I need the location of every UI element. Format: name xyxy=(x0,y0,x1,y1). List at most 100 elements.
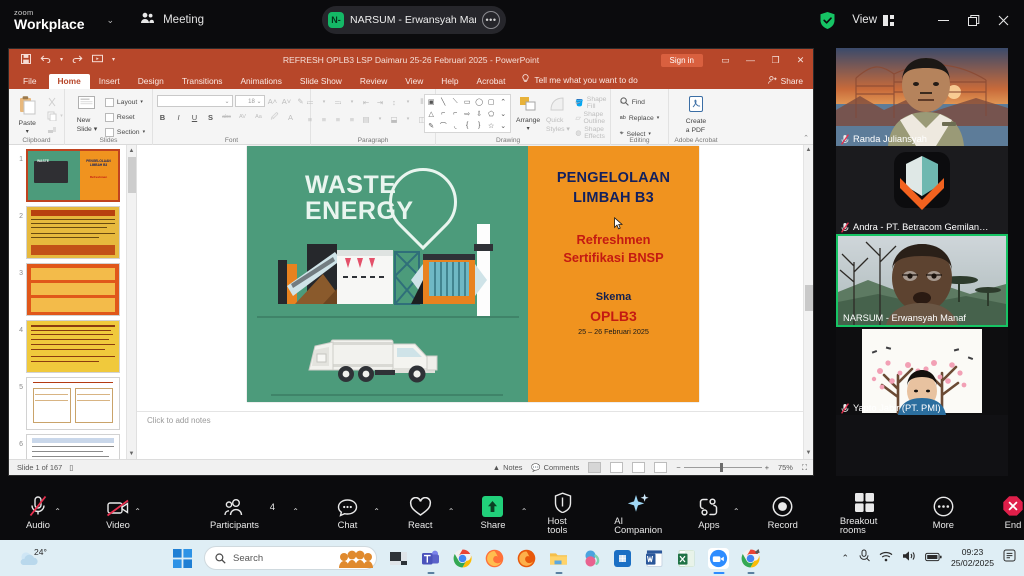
slide-show-view-button[interactable] xyxy=(654,462,668,473)
ppt-share-button[interactable]: Share xyxy=(767,76,803,86)
shape-connector-icon[interactable]: ⌐ xyxy=(450,108,461,119)
shapes-scroll-up-icon[interactable]: ⌃ xyxy=(498,96,509,107)
scroll-thumb[interactable] xyxy=(805,285,813,311)
participant-tile-yapto[interactable]: Yapto Jabir (PT. PMI) xyxy=(836,327,1008,415)
tab-view[interactable]: View xyxy=(396,74,432,89)
notifications-icon[interactable] xyxy=(1003,549,1016,567)
shape-rectangle-icon[interactable]: ▭ xyxy=(462,96,473,107)
video-button[interactable]: Video ⌃ xyxy=(106,485,141,540)
close-button[interactable] xyxy=(988,0,1018,40)
firefox-icon[interactable] xyxy=(484,548,505,569)
slide-thumbnail-4[interactable]: 4 xyxy=(9,316,136,373)
breakout-rooms-button[interactable]: Breakout rooms xyxy=(840,485,889,540)
align-text-dropdown-icon[interactable]: ▾ xyxy=(402,113,414,125)
host-tools-button[interactable]: Host tools xyxy=(548,485,579,540)
shape-curve-icon[interactable]: ⌒ xyxy=(438,120,449,131)
font-name-combo[interactable]: ⌄ xyxy=(156,95,233,107)
meeting-tab[interactable]: Meeting xyxy=(140,11,204,29)
tab-review[interactable]: Review xyxy=(351,74,396,89)
share-screen-button[interactable]: Share ⌃ xyxy=(480,485,528,540)
tab-home[interactable]: Home xyxy=(48,73,90,89)
word-icon[interactable] xyxy=(644,548,665,569)
copy-button[interactable]: ▾ xyxy=(47,110,63,122)
layout-button[interactable]: Layout ▾ xyxy=(104,96,145,108)
tell-me-search[interactable]: Tell me what you want to do xyxy=(522,74,638,89)
line-spacing-button[interactable]: ↕ xyxy=(388,96,400,108)
participants-button[interactable]: Participants 4 ⌃ xyxy=(210,485,299,540)
customize-qat-icon[interactable]: ▾ xyxy=(112,57,115,63)
end-meeting-button[interactable]: End xyxy=(1002,485,1024,540)
start-presentation-icon[interactable] xyxy=(92,54,104,67)
character-spacing-button[interactable]: AV xyxy=(237,111,249,123)
apps-button[interactable]: Apps ⌃ xyxy=(698,485,740,540)
tab-slide-show[interactable]: Slide Show xyxy=(291,74,351,89)
arrange-button[interactable]: Arrange ▾ xyxy=(516,94,541,133)
increase-font-size-button[interactable]: A˄ xyxy=(267,95,279,107)
zoom-level-label[interactable]: 75% xyxy=(778,463,793,472)
explorer-dark-icon[interactable] xyxy=(388,548,409,569)
video-chevron-up-icon[interactable]: ⌃ xyxy=(134,507,141,516)
record-button[interactable]: Record xyxy=(768,485,798,540)
apps-chevron-up-icon[interactable]: ⌃ xyxy=(733,507,740,516)
ai-companion-button[interactable]: AI Companion xyxy=(614,485,662,540)
comments-toggle-button[interactable]: 💬 Comments xyxy=(531,463,579,472)
shape-arrow-icon[interactable]: ⟍ xyxy=(450,96,461,107)
slide-editing-pane[interactable]: WASTE ENERGY PENGELOLAAN LIMBAH B3 Refre… xyxy=(137,145,813,459)
battery-icon[interactable] xyxy=(925,549,942,567)
chevron-up-icon[interactable]: ⌃ xyxy=(841,553,849,564)
tab-insert[interactable]: Insert xyxy=(90,74,129,89)
current-slide[interactable]: WASTE ENERGY PENGELOLAAN LIMBAH B3 Refre… xyxy=(247,146,699,402)
shape-textbox-icon[interactable]: ▣ xyxy=(426,96,437,107)
teams-icon[interactable] xyxy=(420,548,441,574)
tab-acrobat[interactable]: Acrobat xyxy=(468,74,515,89)
weather-widget[interactable]: 24° xyxy=(18,547,47,568)
chat-chevron-up-icon[interactable]: ⌃ xyxy=(373,507,380,516)
slide-thumbnail-2[interactable]: 2 xyxy=(9,202,136,259)
participants-chevron-up-icon[interactable]: ⌃ xyxy=(292,507,299,516)
notes-pane[interactable]: Click to add notes xyxy=(137,411,803,447)
search-box[interactable]: Search xyxy=(204,546,377,570)
bullets-button[interactable]: ≔ xyxy=(304,96,316,108)
shape-down-arrow-icon[interactable]: ⇩ xyxy=(474,108,485,119)
thumbnail-scroll-thumb[interactable] xyxy=(128,157,136,193)
italic-button[interactable]: I xyxy=(173,111,185,123)
arrange-dropdown-icon[interactable]: ▾ xyxy=(527,126,530,134)
thumbnail-scroll-up-icon[interactable]: ▲ xyxy=(127,145,136,156)
store-icon[interactable] xyxy=(612,548,633,569)
shapes-more-icon[interactable]: ⌄ xyxy=(498,120,509,131)
tab-animations[interactable]: Animations xyxy=(231,74,290,89)
zoom-knob[interactable] xyxy=(719,463,723,472)
numbering-dropdown-icon[interactable]: ▾ xyxy=(346,96,358,108)
shapes-scroll-down-icon[interactable]: ⌄ xyxy=(498,108,509,119)
save-icon[interactable] xyxy=(21,53,31,67)
quick-styles-button[interactable]: Quick Styles ▾ xyxy=(546,94,571,134)
replace-button[interactable]: ab Replace ▾ xyxy=(620,112,660,124)
new-slide-button[interactable]: New Slide ▾ xyxy=(72,93,102,134)
shape-scribble-icon[interactable]: ✎ xyxy=(426,120,437,131)
increase-indent-button[interactable]: ⇥ xyxy=(374,96,386,108)
participant-tile-andra[interactable]: Andra - PT. Betracom Gemilan… xyxy=(836,146,1008,234)
start-icon[interactable] xyxy=(172,548,193,569)
columns-button[interactable]: ▤ xyxy=(360,113,372,125)
undo-dropdown-icon[interactable]: ▾ xyxy=(60,57,63,63)
wifi-icon[interactable] xyxy=(879,549,893,567)
align-center-button[interactable]: ≡ xyxy=(318,113,330,125)
paste-button[interactable]: Paste ▾ xyxy=(10,93,44,136)
paste-dropdown-icon[interactable]: ▾ xyxy=(26,129,29,137)
excel-icon[interactable] xyxy=(676,548,697,569)
font-color-button[interactable]: A xyxy=(285,111,297,123)
reset-button[interactable]: Reset xyxy=(104,111,145,123)
maximize-button[interactable] xyxy=(958,0,988,40)
scroll-up-icon[interactable]: ▲ xyxy=(804,145,813,156)
zoom-track[interactable] xyxy=(683,463,762,472)
slide-thumbnail-5[interactable]: 5 xyxy=(9,373,136,430)
scroll-down-icon[interactable]: ▼ xyxy=(804,448,813,459)
shape-left-brace-icon[interactable]: { xyxy=(462,120,473,131)
audio-chevron-up-icon[interactable]: ⌃ xyxy=(54,507,61,516)
strikethrough-button[interactable]: abc xyxy=(221,111,233,123)
copilot-icon[interactable] xyxy=(580,548,601,569)
find-button[interactable]: Find xyxy=(620,96,660,108)
sign-in-button[interactable]: Sign in xyxy=(660,53,703,67)
justify-button[interactable]: ≡ xyxy=(346,113,358,125)
zoom-out-button[interactable]: − xyxy=(676,463,680,472)
